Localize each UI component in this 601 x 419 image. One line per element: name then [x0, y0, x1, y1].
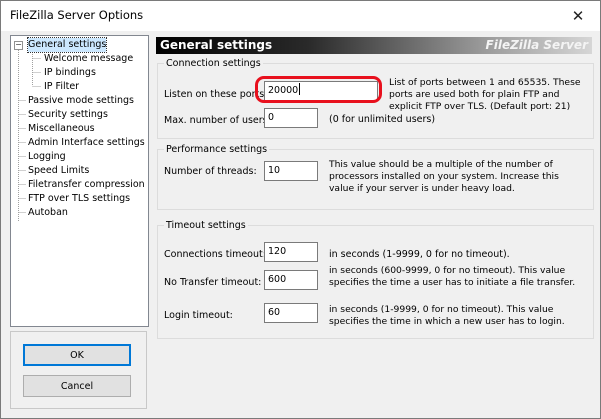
tree-item-label: IP bindings — [44, 67, 96, 78]
settings-tree[interactable]: − General settings Welcome message IP bi… — [10, 35, 149, 327]
connections-timeout-label: Connections timeout: — [164, 249, 266, 260]
tree-item-security-settings[interactable]: Security settings — [28, 108, 108, 122]
tree-item-admin-interface-settings[interactable]: Admin Interface settings — [28, 136, 145, 150]
max-users-label: Max. number of users: — [164, 115, 271, 126]
no-transfer-timeout-label: No Transfer timeout: — [164, 277, 262, 288]
tree-item-ftp-over-tls-settings[interactable]: FTP over TLS settings — [28, 192, 130, 206]
page-title: General settings — [160, 38, 273, 52]
options-window: FileZilla Server Options ✕ − General set… — [0, 0, 601, 419]
threads-input[interactable]: 10 — [264, 161, 318, 181]
tree-item-label: Filetransfer compression — [28, 179, 145, 190]
tree-item-label: Security settings — [28, 109, 108, 120]
connection-settings-legend: Connection settings — [164, 57, 263, 70]
page-header: General settings FileZilla Server — [156, 37, 592, 54]
threads-description: This value should be a multiple of the n… — [329, 159, 559, 194]
tree-item-filetransfer-compression[interactable]: Filetransfer compression — [28, 178, 145, 192]
threads-input-value: 10 — [268, 165, 281, 176]
login-timeout-description: in seconds (1-9999, 0 for no timeout). T… — [329, 304, 565, 327]
button-panel — [10, 331, 147, 409]
tree-item-label: Autoban — [28, 207, 68, 218]
login-timeout-input[interactable]: 60 — [264, 303, 318, 323]
no-transfer-timeout-input[interactable]: 600 — [264, 270, 318, 290]
tree-item-ip-bindings[interactable]: IP bindings — [44, 66, 96, 80]
ports-description: List of ports between 1 and 65535. These… — [389, 77, 581, 112]
tree-item-label: Miscellaneous — [28, 123, 95, 134]
max-users-input-value: 0 — [268, 112, 275, 123]
max-users-input[interactable]: 0 — [264, 108, 318, 128]
window-title: FileZilla Server Options — [10, 8, 144, 22]
tree-item-ip-filter[interactable]: IP Filter — [44, 80, 79, 94]
tree-item-welcome-message[interactable]: Welcome message — [44, 52, 133, 66]
tree-item-autoban[interactable]: Autoban — [28, 206, 68, 220]
tree-item-label: Welcome message — [44, 53, 134, 64]
connections-timeout-input[interactable]: 120 — [264, 242, 318, 262]
tree-item-label: FTP over TLS settings — [28, 193, 131, 204]
tree-item-label: General settings — [28, 39, 107, 50]
connections-timeout-value: 120 — [268, 246, 287, 257]
timeout-settings-legend: Timeout settings — [164, 219, 248, 232]
close-icon[interactable]: ✕ — [556, 1, 600, 31]
tree-item-passive-mode-settings[interactable]: Passive mode settings — [28, 94, 134, 108]
performance-settings-legend: Performance settings — [164, 143, 270, 156]
ports-input-value: 20000 — [268, 85, 299, 96]
max-users-description: (0 for unlimited users) — [329, 114, 436, 125]
tree-item-miscellaneous[interactable]: Miscellaneous — [28, 122, 95, 136]
ports-label-text: Listen on these ports: — [164, 89, 268, 100]
tree-item-label: Passive mode settings — [28, 95, 134, 106]
cancel-button[interactable]: Cancel — [23, 375, 131, 397]
ports-label: Listen on these ports: — [164, 89, 267, 101]
ports-input[interactable]: 20000 — [264, 81, 378, 101]
tree-item-label: Admin Interface settings — [28, 137, 145, 148]
collapse-minus-icon[interactable]: − — [14, 41, 23, 50]
no-transfer-timeout-value: 600 — [268, 274, 287, 285]
tree-item-speed-limits[interactable]: Speed Limits — [28, 164, 89, 178]
title-bar: FileZilla Server Options ✕ — [1, 1, 600, 31]
tree-item-label: IP Filter — [44, 81, 80, 92]
login-timeout-label: Login timeout: — [164, 310, 233, 321]
tree-item-label: Speed Limits — [28, 165, 90, 176]
ok-button[interactable]: OK — [23, 344, 131, 366]
no-transfer-timeout-description: in seconds (600-9999, 0 for no timeout).… — [329, 265, 576, 288]
tree-item-general-settings[interactable]: General settings — [26, 37, 108, 53]
connections-timeout-description: in seconds (1-9999, 0 for no timeout). — [329, 249, 510, 260]
login-timeout-value: 60 — [268, 307, 281, 318]
text-caret — [299, 83, 301, 95]
tree-item-logging[interactable]: Logging — [28, 150, 66, 164]
tree-item-label: Logging — [28, 151, 66, 162]
brand-logo-text: FileZilla Server — [485, 38, 588, 52]
threads-label: Number of threads: — [164, 166, 257, 177]
